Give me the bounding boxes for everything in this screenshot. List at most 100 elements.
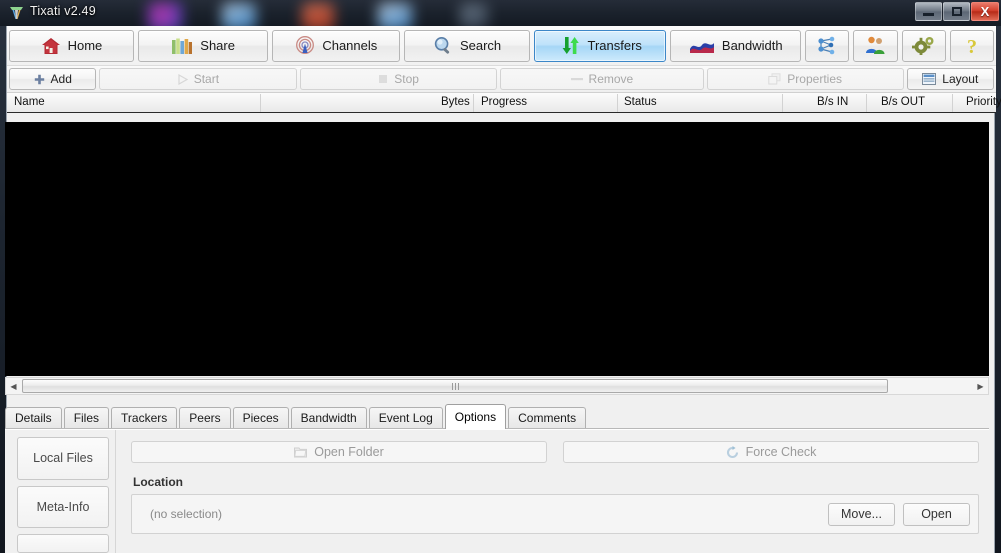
tab-label: Files xyxy=(73,411,100,425)
magnifier-icon xyxy=(433,36,453,55)
detail-tab-strip: Details Files Trackers Peers Pieces Band… xyxy=(5,403,989,429)
column-divider-5[interactable] xyxy=(866,94,867,112)
open-folder-button[interactable]: Open Folder xyxy=(131,441,547,463)
refresh-icon xyxy=(726,445,739,459)
folder-icon xyxy=(294,446,308,458)
location-heading: Location xyxy=(133,475,183,489)
column-header-bytes[interactable]: Bytes xyxy=(441,96,470,108)
side-button-meta-info[interactable]: Meta-Info xyxy=(17,485,109,529)
options-pane: Local Files Meta-Info Open Folder Force … xyxy=(5,429,989,553)
tab-files[interactable]: Files xyxy=(63,407,110,428)
scroll-right-arrow-icon[interactable]: ▶ xyxy=(973,378,988,394)
properties-button[interactable]: Properties xyxy=(706,68,904,90)
location-value[interactable]: (no selection) xyxy=(140,507,820,521)
tab-pieces[interactable]: Pieces xyxy=(232,407,289,428)
tixati-logo-icon xyxy=(8,4,25,21)
toolbar-button-bandwidth[interactable]: Bandwidth xyxy=(670,29,802,62)
column-header-progress[interactable]: Progress xyxy=(481,96,527,108)
toolbar-button-home[interactable]: Home xyxy=(9,29,134,62)
users-icon xyxy=(863,36,887,55)
side-button-local-files[interactable]: Local Files xyxy=(17,437,109,480)
desktop-blur-2 xyxy=(222,3,256,26)
column-divider-2[interactable] xyxy=(473,94,474,112)
svg-text:?: ? xyxy=(967,36,977,56)
books-icon xyxy=(171,37,193,55)
network-nodes-icon xyxy=(815,36,839,55)
toolbar-button-settings[interactable] xyxy=(901,29,946,62)
desktop-blur-1 xyxy=(148,2,182,26)
column-divider-4[interactable] xyxy=(782,94,783,112)
options-content: Open Folder Force Check Location (no sel… xyxy=(115,430,989,553)
tab-peers[interactable]: Peers xyxy=(179,407,231,428)
question-help-icon: ? xyxy=(963,36,981,56)
column-divider-6[interactable] xyxy=(952,94,953,112)
house-icon xyxy=(41,37,61,55)
toolbar-label-bandwidth: Bandwidth xyxy=(721,38,783,53)
horizontal-scrollbar[interactable]: ◀ ▶ xyxy=(5,377,989,395)
stop-label: Stop xyxy=(394,72,419,86)
minus-icon xyxy=(570,77,583,81)
plus-icon xyxy=(34,74,45,85)
transfer-list-header: Name Bytes Progress Status B/s IN B/s OU… xyxy=(7,93,1001,113)
properties-label: Properties xyxy=(787,72,842,86)
force-check-button[interactable]: Force Check xyxy=(563,441,979,463)
start-button[interactable]: Start xyxy=(99,68,298,90)
toolbar-button-help[interactable]: ? xyxy=(949,29,994,62)
main-toolbar: Home Share Channels Search Transfers Ban… xyxy=(7,26,996,66)
layout-icon xyxy=(922,73,937,85)
tab-options[interactable]: Options xyxy=(444,404,507,429)
open-folder-label: Open Folder xyxy=(314,445,384,459)
toolbar-label-transfers: Transfers xyxy=(587,38,642,53)
column-header-priority[interactable]: Priority xyxy=(966,96,1001,108)
column-header-name[interactable]: Name xyxy=(14,96,45,108)
tab-event-log[interactable]: Event Log xyxy=(368,407,443,428)
toolbar-button-channels[interactable]: Channels xyxy=(272,29,401,62)
toolbar-button-share[interactable]: Share xyxy=(137,29,269,62)
tab-details[interactable]: Details xyxy=(5,407,62,428)
broadcast-icon xyxy=(295,36,315,55)
desktop-blur-5 xyxy=(460,4,488,26)
column-divider-3[interactable] xyxy=(617,94,618,112)
title-bar: Tixati v2.49 X xyxy=(0,0,1001,26)
toolbar-button-users[interactable] xyxy=(853,29,898,62)
layout-button[interactable]: Layout xyxy=(906,68,995,90)
toolbar-button-transfers[interactable]: Transfers xyxy=(533,29,667,62)
move-label: Move... xyxy=(841,507,882,521)
toolbar-button-search[interactable]: Search xyxy=(404,29,530,62)
move-button[interactable]: Move... xyxy=(828,502,895,526)
remove-label: Remove xyxy=(588,72,634,86)
tab-label: Trackers xyxy=(121,411,168,425)
maximize-button[interactable] xyxy=(943,2,970,21)
tab-label: Bandwidth xyxy=(300,411,357,425)
remove-button[interactable]: Remove xyxy=(500,68,704,90)
column-divider-1[interactable] xyxy=(260,94,261,112)
close-button[interactable]: X xyxy=(971,2,999,21)
open-button[interactable]: Open xyxy=(903,502,970,526)
desktop-blur-4 xyxy=(378,3,412,26)
column-header-bs-in[interactable]: B/s IN xyxy=(817,96,848,108)
minimize-button[interactable] xyxy=(915,2,942,21)
transfer-list-body[interactable] xyxy=(5,122,989,376)
options-side-nav: Local Files Meta-Info xyxy=(5,430,115,553)
gears-settings-icon xyxy=(911,36,936,55)
tab-bandwidth[interactable]: Bandwidth xyxy=(290,407,367,428)
tab-label: Details xyxy=(15,411,52,425)
side-button-third-partial[interactable] xyxy=(17,534,109,553)
window-title: Tixati v2.49 xyxy=(30,4,96,18)
tab-trackers[interactable]: Trackers xyxy=(111,407,178,428)
open-label: Open xyxy=(921,507,952,521)
scroll-left-arrow-icon[interactable]: ◀ xyxy=(6,378,21,394)
tab-label: Peers xyxy=(189,411,221,425)
application-window: Tixati v2.49 X Home Share Channels Searc… xyxy=(0,0,1001,553)
add-label: Add xyxy=(50,72,72,86)
column-header-bs-out[interactable]: B/s OUT xyxy=(881,96,925,108)
stop-button[interactable]: Stop xyxy=(300,68,498,90)
scrollbar-thumb[interactable] xyxy=(22,379,888,393)
layout-label: Layout xyxy=(942,72,979,86)
toolbar-button-network[interactable] xyxy=(805,29,850,62)
location-field-row: (no selection) Move... Open xyxy=(131,494,979,534)
side-button-label: Local Files xyxy=(33,451,93,466)
column-header-status[interactable]: Status xyxy=(624,96,657,108)
add-button[interactable]: Add xyxy=(9,68,97,90)
tab-comments[interactable]: Comments xyxy=(508,407,587,428)
